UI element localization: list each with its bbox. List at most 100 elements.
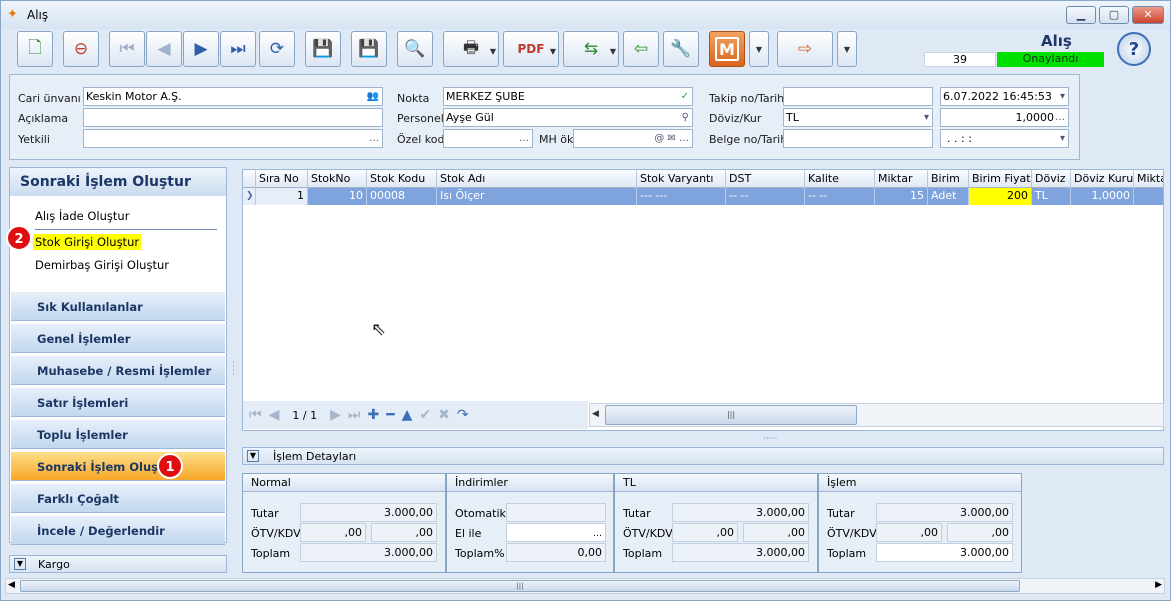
column-header[interactable]: Sıra No (256, 170, 308, 188)
preview-button[interactable]: 🔍 (397, 31, 433, 67)
remove-row-icon[interactable]: ━ (386, 407, 394, 423)
exit-dropdown[interactable]: ▼ (837, 31, 857, 67)
table-cell[interactable]: -- -- (726, 188, 805, 205)
pdf-export-button[interactable]: PDF ▼ (503, 31, 559, 67)
column-header[interactable]: Döviz (1032, 170, 1071, 188)
scrollbar-thumb[interactable]: ||| (20, 580, 1020, 592)
table-cell[interactable]: --- --- (637, 188, 726, 205)
column-header[interactable]: Miktar (1134, 170, 1163, 188)
group-toplu-islemler[interactable]: Toplu İşlemler (11, 420, 225, 449)
column-header[interactable]: Stok Adı (437, 170, 637, 188)
group-muhasebe-resmi[interactable]: Muhasebe / Resmi İşlemler (11, 356, 225, 385)
table-cell[interactable]: Adet (928, 188, 969, 205)
elile-input[interactable]: … (506, 523, 606, 542)
horizontal-splitter[interactable]: ····· (763, 434, 777, 444)
table-cell[interactable]: 15 (875, 188, 928, 205)
group-sik-kullanilanlar[interactable]: Sık Kullanılanlar (11, 292, 225, 321)
last-record-button[interactable]: ⏭ (220, 31, 256, 67)
group-genel-islemler[interactable]: Genel İşlemler (11, 324, 225, 353)
refresh-button[interactable]: ⟳ (259, 31, 295, 67)
ellipsis-icon[interactable]: … (593, 529, 602, 539)
column-header[interactable]: Stok Kodu (367, 170, 437, 188)
ellipsis-icon[interactable]: … (1055, 109, 1065, 126)
column-header[interactable]: Birim (928, 170, 969, 188)
prev-page-icon[interactable]: ◀ (269, 407, 280, 423)
prev-record-button[interactable]: ◀ (146, 31, 182, 67)
ozel-kod-field[interactable]: … (443, 129, 533, 148)
column-header[interactable]: Miktar (875, 170, 928, 188)
chevron-down-icon[interactable]: ▾ (1060, 88, 1065, 105)
aciklama-field[interactable] (83, 108, 383, 127)
m-app-button[interactable]: M (709, 31, 745, 67)
column-header[interactable]: Kalite (805, 170, 875, 188)
table-cell[interactable] (1134, 188, 1163, 205)
yetkili-field[interactable]: … (83, 129, 383, 148)
cancel-icon[interactable]: ✖ (438, 407, 450, 423)
close-button[interactable]: ✕ (1132, 6, 1164, 24)
column-header[interactable]: DST (726, 170, 805, 188)
table-cell[interactable]: 200 (969, 188, 1032, 205)
column-header[interactable]: Döviz Kuru (1071, 170, 1134, 188)
personel-field[interactable]: Ayşe Gül ⚲ (443, 108, 693, 127)
move-up-icon[interactable]: ▲ (402, 407, 413, 423)
column-header[interactable]: StokNo (308, 170, 367, 188)
next-record-button[interactable]: ▶ (183, 31, 219, 67)
vertical-splitter[interactable]: · · · · (232, 359, 236, 381)
group-satir-islemleri[interactable]: Satır İşlemleri (11, 388, 225, 417)
alis-iade-olustur-link[interactable]: Alış İade Oluştur (35, 209, 129, 223)
kargo-section[interactable]: ▼ Kargo (9, 555, 227, 573)
rate-field[interactable]: 1,0000… (940, 108, 1069, 127)
table-cell[interactable]: 1,0000 (1071, 188, 1134, 205)
help-button[interactable]: ? (1117, 32, 1151, 66)
next-page-icon[interactable]: ▶ (330, 407, 341, 423)
belge-date-field[interactable]: . . : : ▾ (940, 129, 1069, 148)
takip-no-field[interactable] (783, 87, 933, 106)
table-cell[interactable]: 10 (308, 188, 367, 205)
import-button[interactable]: ⇦ (623, 31, 659, 67)
confirm-icon[interactable]: ✔ (419, 407, 431, 423)
maximize-button[interactable]: ▢ (1099, 6, 1129, 24)
transfer-button[interactable]: ⇆ ▼ (563, 31, 619, 67)
column-header[interactable]: Stok Varyantı (637, 170, 726, 188)
chevron-down-icon[interactable]: ▾ (1060, 130, 1065, 147)
email-icon[interactable]: @ ✉ … (654, 130, 689, 147)
table-cell[interactable]: Isı Ölçer (437, 188, 637, 205)
exit-button[interactable]: ⇨ (777, 31, 833, 67)
table-cell[interactable]: 1 (256, 188, 308, 205)
demirbas-girisi-olustur-link[interactable]: Demirbaş Girişi Oluştur (35, 258, 169, 272)
group-sonraki-islem-olustur[interactable]: Sonraki İşlem Oluştur (11, 452, 225, 481)
redo-icon[interactable]: ↷ (457, 407, 469, 423)
m-app-dropdown[interactable]: ▼ (749, 31, 769, 67)
print-button[interactable]: 🖶 ▼ (443, 31, 499, 67)
last-page-icon[interactable]: ⏭ (348, 407, 361, 423)
add-row-icon[interactable]: ✚ (367, 407, 379, 423)
cari-unvani-field[interactable]: Keskin Motor A.Ş. 👥 (83, 87, 383, 106)
nokta-field[interactable]: MERKEZ ŞUBE ✓ (443, 87, 693, 106)
takip-date-field[interactable]: 6.07.2022 16:45:53 ▾ (940, 87, 1069, 106)
person-search-icon[interactable]: ⚲ (682, 109, 689, 126)
first-page-icon[interactable]: ⏮ (249, 407, 262, 423)
save-close-button[interactable]: 💾 (351, 31, 387, 67)
mh-ok-field[interactable]: @ ✉ … (573, 129, 693, 148)
group-farkli-cogalt[interactable]: Farklı Çoğalt (11, 484, 225, 513)
delete-document-button[interactable]: ⊖ (63, 31, 99, 67)
people-icon[interactable]: 👥 (367, 88, 379, 105)
new-document-button[interactable]: 🗋 (17, 31, 53, 67)
table-cell[interactable]: 00008 (367, 188, 437, 205)
belge-no-field[interactable] (783, 129, 933, 148)
stok-girisi-olustur-link[interactable]: Stok Girişi Oluştur (33, 234, 142, 250)
save-button[interactable]: 💾 (305, 31, 341, 67)
settings-button[interactable]: 🔧 (663, 31, 699, 67)
ellipsis-icon[interactable]: … (369, 130, 379, 147)
scroll-right-icon[interactable]: ▶ (1155, 580, 1162, 590)
detail-section-bar[interactable]: ▼ İşlem Detayları (242, 447, 1164, 465)
column-header[interactable]: Birim Fiyat (969, 170, 1032, 188)
scroll-left-icon[interactable]: ◀ (8, 580, 15, 590)
first-record-button[interactable]: ⏮ (109, 31, 145, 67)
table-cell[interactable]: TL (1032, 188, 1071, 205)
scroll-left-icon[interactable]: ◀ (592, 409, 599, 419)
grid-horizontal-scrollbar[interactable]: ◀ ||| (589, 403, 1164, 427)
ellipsis-icon[interactable]: … (519, 130, 529, 147)
window-horizontal-scrollbar[interactable]: ◀ ||| ▶ (5, 578, 1165, 594)
minimize-button[interactable]: ▁ (1066, 6, 1096, 24)
